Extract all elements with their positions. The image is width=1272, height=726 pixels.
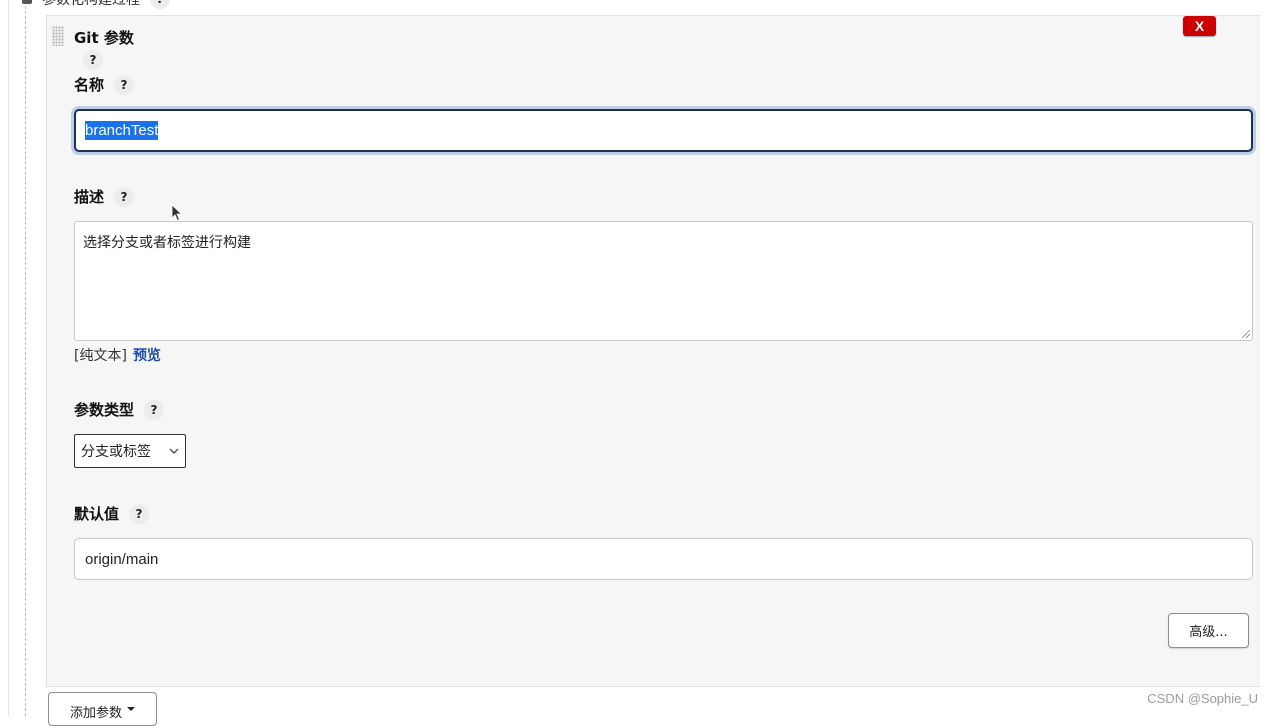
plain-text-label: [纯文本] xyxy=(74,348,127,364)
name-input-value: branchTest xyxy=(85,121,159,140)
preview-link[interactable]: 预览 xyxy=(133,348,161,364)
help-icon[interactable]: ? xyxy=(150,0,170,9)
default-value-text: origin/main xyxy=(85,550,159,568)
add-parameter-label: 添加参数 xyxy=(69,706,122,721)
parameterized-build-label: 参数化构建过程 xyxy=(42,0,140,8)
chevron-down-icon xyxy=(169,448,179,454)
text-mode-row: [纯文本] 预览 xyxy=(74,345,161,365)
name-field-label: 名称 ? xyxy=(74,74,135,95)
default-value-label-text: 默认值 xyxy=(74,505,120,523)
panel-help-icon[interactable]: ? xyxy=(83,50,103,70)
mouse-cursor-icon xyxy=(171,204,183,222)
delete-parameter-button[interactable]: X xyxy=(1183,16,1216,36)
name-input[interactable]: branchTest xyxy=(74,109,1253,152)
panel-title: Git 参数 xyxy=(74,27,134,48)
advanced-button[interactable]: 高级... xyxy=(1168,613,1249,648)
default-value-label: 默认值 ? xyxy=(74,503,150,524)
description-textarea[interactable]: 选择分支或者标签进行构建 xyxy=(74,221,1253,341)
resize-grip-icon[interactable] xyxy=(1242,330,1250,338)
param-type-label: 参数类型 ? xyxy=(74,399,165,420)
param-type-help-icon[interactable]: ? xyxy=(144,399,165,420)
param-type-label-text: 参数类型 xyxy=(74,401,135,419)
panel-title-text: Git 参数 xyxy=(74,29,134,47)
param-type-select[interactable]: 分支或标签 xyxy=(74,434,186,468)
default-value-help-icon[interactable]: ? xyxy=(129,503,150,524)
watermark: CSDN @Sophie_U xyxy=(1147,691,1258,706)
parameterized-build-row: 参数化构建过程 ? xyxy=(22,0,170,9)
collapse-toggle-icon[interactable] xyxy=(22,0,32,4)
name-label-text: 名称 xyxy=(74,76,105,94)
tree-guide-line xyxy=(25,6,26,716)
caret-down-icon xyxy=(127,707,135,711)
drag-handle-icon[interactable] xyxy=(52,26,64,46)
param-type-selected: 分支或标签 xyxy=(81,444,151,460)
page-left-border xyxy=(8,0,9,716)
description-value: 选择分支或者标签进行构建 xyxy=(83,235,251,251)
description-field-label: 描述 ? xyxy=(74,186,135,207)
name-help-icon[interactable]: ? xyxy=(114,74,135,95)
description-label-text: 描述 xyxy=(74,188,105,206)
description-help-icon[interactable]: ? xyxy=(114,186,135,207)
add-parameter-button[interactable]: 添加参数 xyxy=(48,692,157,726)
default-value-input[interactable]: origin/main xyxy=(74,538,1253,580)
